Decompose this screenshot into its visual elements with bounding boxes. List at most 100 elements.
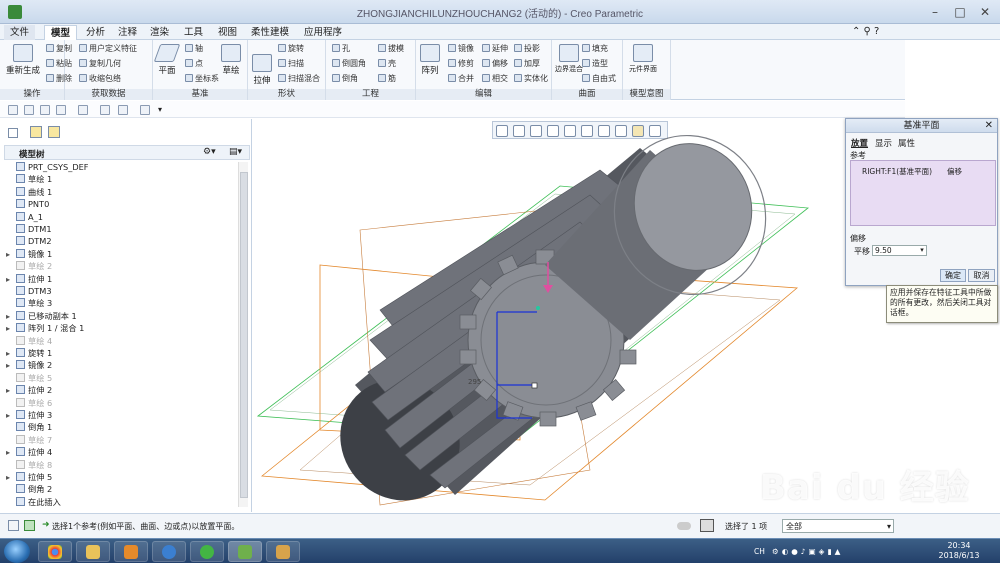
tree-item[interactable]: A_1 xyxy=(6,211,238,224)
csys-button[interactable]: 坐标系 xyxy=(185,73,219,84)
taskbar-app-blue[interactable] xyxy=(152,541,186,562)
minimize-button[interactable]: – xyxy=(923,3,947,21)
fill-button[interactable]: 填充 xyxy=(582,43,608,54)
expand-icon[interactable]: ▸ xyxy=(6,322,16,335)
boundary-blend-button[interactable]: 边界混合 xyxy=(555,44,583,74)
tree-item[interactable]: PRT_CSYS_DEF xyxy=(6,161,238,174)
browser-icon[interactable] xyxy=(24,520,35,531)
tree-item[interactable]: DTM3 xyxy=(6,285,238,298)
copy-geometry-button[interactable]: 复制几何 xyxy=(79,58,121,69)
tree-scrollbar-thumb[interactable] xyxy=(240,172,248,498)
reference-name[interactable]: RIGHT:F1(基准平面) xyxy=(862,166,932,177)
swept-blend-button[interactable]: 扫描混合 xyxy=(278,73,320,84)
tree-item[interactable]: 草绘 4 xyxy=(6,335,238,348)
pattern-button[interactable]: 阵列 xyxy=(420,44,440,76)
tree-scrollbar[interactable] xyxy=(238,162,248,507)
save-icon[interactable] xyxy=(40,105,50,115)
cancel-button[interactable]: 取消 xyxy=(968,269,995,282)
freestyle-button[interactable]: 自由式 xyxy=(582,73,616,84)
reference-constraint[interactable]: 偏移 xyxy=(947,166,962,177)
redo-icon[interactable] xyxy=(78,105,88,115)
regenerate-icon[interactable] xyxy=(100,105,110,115)
tree-item[interactable]: DTM1 xyxy=(6,223,238,236)
expand-icon[interactable]: ▸ xyxy=(6,310,16,323)
folder-browser-tab-icon[interactable] xyxy=(30,126,42,138)
taskbar-app-green[interactable] xyxy=(190,541,224,562)
group-label[interactable]: 获取数据 xyxy=(65,89,152,100)
shell-button[interactable]: 壳 xyxy=(378,58,396,69)
tree-columns-icon[interactable]: ▤▾ xyxy=(229,147,242,157)
references-list[interactable]: RIGHT:F1(基准平面) 偏移 xyxy=(850,160,996,226)
tree-item[interactable]: 草绘 6 xyxy=(6,397,238,410)
close-window-icon[interactable] xyxy=(140,105,150,115)
thicken-button[interactable]: 加厚 xyxy=(514,58,540,69)
point-button[interactable]: 点 xyxy=(185,58,203,69)
tab-analysis[interactable]: 分析 xyxy=(80,25,111,40)
taskbar-chrome[interactable] xyxy=(38,541,72,562)
ok-button[interactable]: 确定 xyxy=(940,269,966,282)
offset-button[interactable]: 偏移 xyxy=(482,58,508,69)
style-button[interactable]: 造型 xyxy=(582,58,608,69)
sketch-button[interactable]: 草绘 xyxy=(221,44,241,76)
regenerate-button[interactable]: 重新生成 xyxy=(6,44,40,76)
udf-button[interactable]: 用户定义特征 xyxy=(79,43,137,54)
maximize-button[interactable]: □ xyxy=(948,3,972,21)
tab-placement[interactable]: 放置 xyxy=(851,137,868,149)
mirror-button[interactable]: 镜像 xyxy=(448,43,474,54)
tab-annotate[interactable]: 注释 xyxy=(112,25,143,40)
model-tree-tab-icon[interactable] xyxy=(8,128,18,138)
filter-dropdown-icon[interactable]: ▾ xyxy=(887,520,891,533)
expand-icon[interactable]: ▸ xyxy=(6,409,16,422)
tree-item[interactable]: ▸ 拉伸 2 xyxy=(6,384,238,397)
rib-button[interactable]: 筋 xyxy=(378,73,396,84)
undo-icon[interactable] xyxy=(56,105,66,115)
expand-icon[interactable]: ▸ xyxy=(6,347,16,360)
tray-icons[interactable]: ⚙◐●♪▣◈▮▲ xyxy=(772,547,843,556)
windows-icon[interactable] xyxy=(118,105,128,115)
reference-point[interactable] xyxy=(536,306,540,310)
tree-item[interactable]: 草绘 8 xyxy=(6,459,238,472)
group-label[interactable]: 编辑 xyxy=(416,89,551,100)
clock[interactable]: 20:34 2018/6/13 xyxy=(935,541,983,561)
tab-model[interactable]: 模型 xyxy=(44,25,78,40)
dialog-close-icon[interactable]: ✕ xyxy=(985,119,993,133)
project-button[interactable]: 投影 xyxy=(514,43,540,54)
taskbar-media[interactable] xyxy=(114,541,148,562)
expand-icon[interactable]: ▸ xyxy=(6,248,16,261)
new-icon[interactable] xyxy=(8,105,18,115)
show-navigator-icon[interactable] xyxy=(8,520,19,531)
tab-applications[interactable]: 应用程序 xyxy=(298,25,348,40)
tab-tools[interactable]: 工具 xyxy=(178,25,209,40)
shrinkwrap-button[interactable]: 收缩包络 xyxy=(79,73,121,84)
tab-view[interactable]: 视图 xyxy=(212,25,243,40)
tree-item[interactable]: 倒角 2 xyxy=(6,483,238,496)
tab-flexible-modeling[interactable]: 柔性建模 xyxy=(245,25,295,40)
tab-display[interactable]: 显示 xyxy=(875,137,892,149)
tree-item[interactable]: ▸ 拉伸 1 xyxy=(6,273,238,286)
draft-button[interactable]: 拔模 xyxy=(378,43,404,54)
tab-file[interactable]: 文件 xyxy=(4,25,36,40)
tree-item[interactable]: 草绘 7 xyxy=(6,434,238,447)
merge-button[interactable]: 合并 xyxy=(448,73,474,84)
taskbar-creo[interactable] xyxy=(228,541,262,562)
expand-icon[interactable]: ▸ xyxy=(6,471,16,484)
datum-plane-button[interactable]: 平面 xyxy=(153,44,181,76)
round-button[interactable]: 倒圆角 xyxy=(332,58,366,69)
group-label[interactable]: 基准 xyxy=(153,89,247,100)
graphics-window[interactable]: 295 xyxy=(252,119,900,512)
ribbon-help-icons[interactable]: ⌃ ⚲ ? xyxy=(852,26,879,37)
intersect-button[interactable]: 相交 xyxy=(482,73,508,84)
tree-item[interactable]: ▸ 旋转 1 xyxy=(6,347,238,360)
group-label[interactable]: 形状 xyxy=(248,89,325,100)
taskbar-paint[interactable] xyxy=(266,541,300,562)
offset-dropdown-icon[interactable]: ▾ xyxy=(917,245,927,256)
tree-item[interactable]: 草绘 3 xyxy=(6,297,238,310)
tree-item[interactable]: ▸ 拉伸 4 xyxy=(6,446,238,459)
expand-icon[interactable]: ▸ xyxy=(6,273,16,286)
tree-item[interactable]: ▸ 镜像 1 xyxy=(6,248,238,261)
tree-item[interactable]: ▸ 拉伸 3 xyxy=(6,409,238,422)
group-label[interactable]: 工程 xyxy=(326,89,415,100)
tree-item[interactable]: PNT0 xyxy=(6,198,238,211)
group-label[interactable]: 模型意图 xyxy=(623,89,670,100)
tree-item[interactable]: 草绘 1 xyxy=(6,173,238,186)
